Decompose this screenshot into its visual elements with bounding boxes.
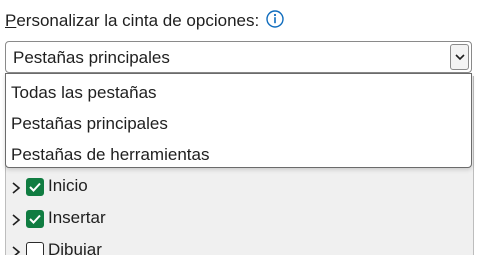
dropdown-option-pestanas-principales[interactable]: Pestañas principales — [6, 108, 471, 139]
tree-item-label: Inicio — [48, 176, 88, 195]
dropdown-option-pestanas-de-herramientas[interactable]: Pestañas de herramientas — [6, 139, 471, 170]
customize-ribbon-label: Personalizar la cinta de opciones: — [5, 10, 259, 32]
checkbox[interactable] — [26, 242, 44, 255]
chevron-down-icon — [455, 54, 465, 61]
tree-item-dibujar[interactable]: Dibujar — [6, 240, 473, 255]
dropdown-button[interactable] — [450, 44, 469, 70]
checkbox[interactable] — [26, 178, 44, 196]
dropdown-option-todas-las-pestanas[interactable]: Todas las pestañas — [6, 77, 471, 108]
checkbox[interactable] — [26, 210, 44, 228]
accelerator-letter: P — [5, 11, 17, 30]
tree-item-label: Dibujar — [48, 240, 102, 255]
chevron-right-icon[interactable] — [10, 245, 22, 255]
chevron-right-icon[interactable] — [10, 181, 22, 195]
tree-item-insertar[interactable]: Insertar — [6, 208, 473, 232]
customize-ribbon-label-text: ersonalizar la cinta de opciones: — [16, 11, 260, 30]
info-circle-icon[interactable] — [266, 10, 284, 28]
chevron-right-icon[interactable] — [10, 213, 22, 227]
customize-ribbon-panel: Personalizar la cinta de opciones: Pesta… — [0, 0, 477, 255]
tree-item-inicio[interactable]: Inicio — [6, 176, 473, 200]
tree-item-label: Insertar — [48, 208, 106, 227]
ribbon-tabs-combobox[interactable]: Pestañas principales — [5, 41, 472, 73]
combobox-value: Pestañas principales — [13, 48, 170, 67]
ribbon-tabs-dropdown-list: Todas las pestañas Pestañas principales … — [5, 73, 472, 168]
